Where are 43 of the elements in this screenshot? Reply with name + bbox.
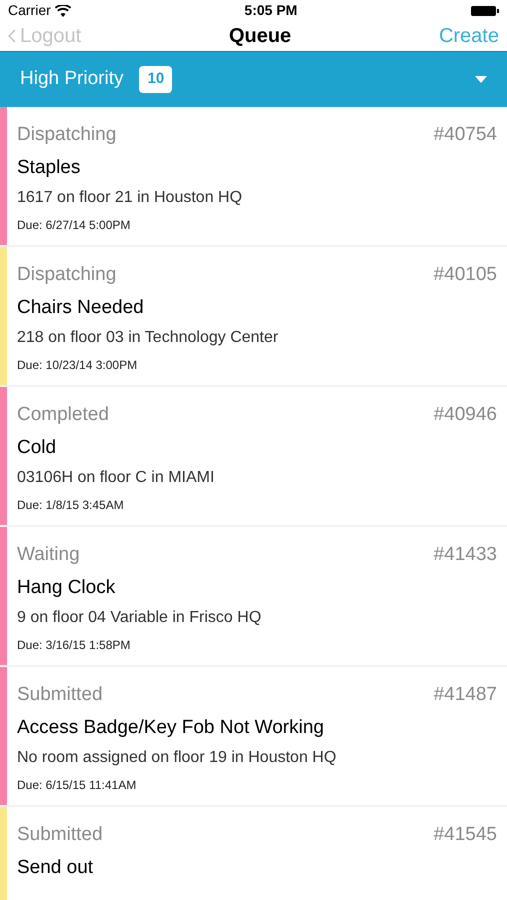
ticket-status: Dispatching (17, 263, 116, 287)
wifi-icon (54, 4, 71, 16)
ticket-card[interactable]: Submitted #41545 Send out (0, 807, 507, 900)
ticket-title: Chairs Needed (17, 296, 145, 320)
ticket-status: Submitted (17, 823, 103, 847)
ticket-number: #41545 (434, 823, 497, 847)
battery-icon (470, 4, 499, 16)
ticket-title: Staples (17, 156, 82, 180)
chevron-left-icon (8, 29, 16, 43)
due-date: Due: 10/23/14 3:00PM (17, 357, 138, 374)
ticket-number: #41487 (434, 683, 497, 707)
due-date: Due: 6/27/14 5:00PM (17, 217, 132, 234)
ticket-title: Send out (17, 856, 94, 880)
due-date: Due: 6/15/15 11:41AM (17, 777, 138, 794)
ticket-title: Access Badge/Key Fob Not Working (17, 716, 325, 740)
ticket-location: 03106H on floor C in MIAMI (17, 468, 216, 488)
ticket-card[interactable]: Dispatching #40105 Chairs Needed 218 on floor 03 in Technology Center Due: 10/23/14 3:00PM (0, 247, 507, 385)
filter-label: High Priority (20, 67, 124, 92)
due-date: Due: 1/8/15 3:45AM (17, 497, 125, 514)
due-date: Due: 3/16/15 1:58PM (17, 637, 132, 654)
ticket-number: #40946 (434, 403, 497, 427)
ticket-location: 218 on floor 03 in Technology Center (17, 328, 280, 348)
ticket-card[interactable]: Submitted #41487 Access Badge/Key Fob Not Working No room assigned on floor 19 in Houston HQ Due: 6/15/15 11:41AM (0, 667, 507, 805)
ticket-status: Waiting (17, 543, 80, 567)
ticket-card[interactable]: Waiting #41433 Hang Clock 9 on floor 04 Variable in Frisco HQ Due: 3/16/15 1:58PM (0, 527, 507, 665)
carrier-label: Carrier (8, 1, 51, 20)
ticket-number: #40754 (434, 123, 497, 147)
ticket-status: Submitted (17, 683, 103, 707)
ticket-number: #40105 (434, 263, 497, 287)
ticket-status: Dispatching (17, 123, 116, 147)
ticket-title: Cold (17, 436, 58, 460)
count-badge: 10 (139, 66, 172, 93)
ticket-card[interactable]: Dispatching #40754 Staples 1617 on floor 21 in Houston HQ Due: 6/27/14 5:00PM (0, 107, 507, 245)
dropdown-caret-icon (475, 76, 487, 83)
ticket-number: #41433 (434, 543, 497, 567)
ticket-title: Hang Clock (17, 576, 116, 600)
ticket-location: No room assigned on floor 19 in Houston HQ (17, 748, 338, 768)
ticket-location: 9 on floor 04 Variable in Frisco HQ (17, 608, 262, 628)
screen-title: Queue (228, 24, 292, 49)
clock-time: 5:05 PM (244, 1, 298, 20)
ticket-status: Completed (17, 403, 109, 427)
ticket-card[interactable]: Completed #40946 Cold 03106H on floor C in MIAMI Due: 1/8/15 3:45AM (0, 387, 507, 525)
ticket-location: 1617 on floor 21 in Houston HQ (17, 188, 244, 208)
